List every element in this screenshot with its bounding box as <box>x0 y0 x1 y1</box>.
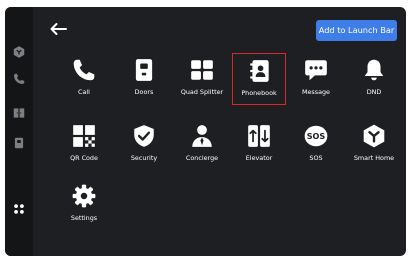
sidebar-item-homekit[interactable] <box>11 44 27 60</box>
app-label: Security <box>130 154 158 162</box>
apps-grid-icon <box>14 204 24 214</box>
smart-home-icon <box>363 124 385 148</box>
app-sos[interactable]: SOS SOS <box>289 119 343 171</box>
sidebar-item-call[interactable] <box>11 71 27 87</box>
app-label: Elevator <box>245 154 273 162</box>
concierge-icon <box>192 125 212 147</box>
sidebar-item-device[interactable] <box>11 135 27 151</box>
app-dnd[interactable]: DND <box>347 53 401 105</box>
app-label: Quad Splitter <box>180 88 224 96</box>
device-screen: Add to Launch Bar Call Doors Quad Splitt… <box>5 7 406 256</box>
app-message[interactable]: Message <box>289 53 343 105</box>
app-elevator[interactable]: Elevator <box>232 119 286 171</box>
sidebar-item-apps[interactable] <box>11 201 27 217</box>
elevator-icon <box>248 125 270 147</box>
app-label: Call <box>78 88 90 96</box>
app-quad-splitter[interactable]: Quad Splitter <box>175 53 229 105</box>
app-label: Smart Home <box>353 154 395 162</box>
app-security[interactable]: Security <box>117 119 171 171</box>
app-settings[interactable]: Settings <box>57 179 111 231</box>
app-qr-code[interactable]: QR Code <box>57 119 111 171</box>
app-label: Message <box>301 88 330 96</box>
app-label: Phonebook <box>241 89 277 97</box>
phone-icon <box>14 73 25 84</box>
hexagon-icon <box>13 46 25 58</box>
svg-text:SOS: SOS <box>307 131 326 141</box>
app-label: DND <box>366 88 382 96</box>
phonebook-icon <box>250 60 269 82</box>
shield-check-icon <box>134 125 154 147</box>
add-to-launch-bar-button[interactable]: Add to Launch Bar <box>316 20 397 41</box>
app-smart-home[interactable]: Smart Home <box>347 119 401 171</box>
app-label: Settings <box>70 214 98 222</box>
back-arrow-icon <box>50 23 67 35</box>
phone-icon <box>73 59 95 81</box>
door-icon <box>135 59 153 81</box>
app-phonebook[interactable]: Phonebook <box>232 53 286 105</box>
back-button[interactable] <box>49 21 67 35</box>
message-icon <box>305 60 327 81</box>
app-doors[interactable]: Doors <box>117 53 171 105</box>
app-label: Concierge <box>185 154 219 162</box>
door-icon <box>13 108 25 118</box>
bell-icon <box>364 59 384 81</box>
square-icon <box>14 137 24 149</box>
app-label: Doors <box>134 88 154 96</box>
app-call[interactable]: Call <box>57 53 111 105</box>
app-label: QR Code <box>70 154 98 162</box>
sos-icon: SOS <box>304 125 328 147</box>
quad-grid-icon <box>191 60 213 80</box>
sidebar <box>5 7 33 256</box>
qr-code-icon <box>73 125 95 147</box>
sidebar-item-doors[interactable] <box>11 105 27 121</box>
app-label: SOS <box>309 154 323 162</box>
app-concierge[interactable]: Concierge <box>175 119 229 171</box>
gear-icon <box>72 184 96 208</box>
